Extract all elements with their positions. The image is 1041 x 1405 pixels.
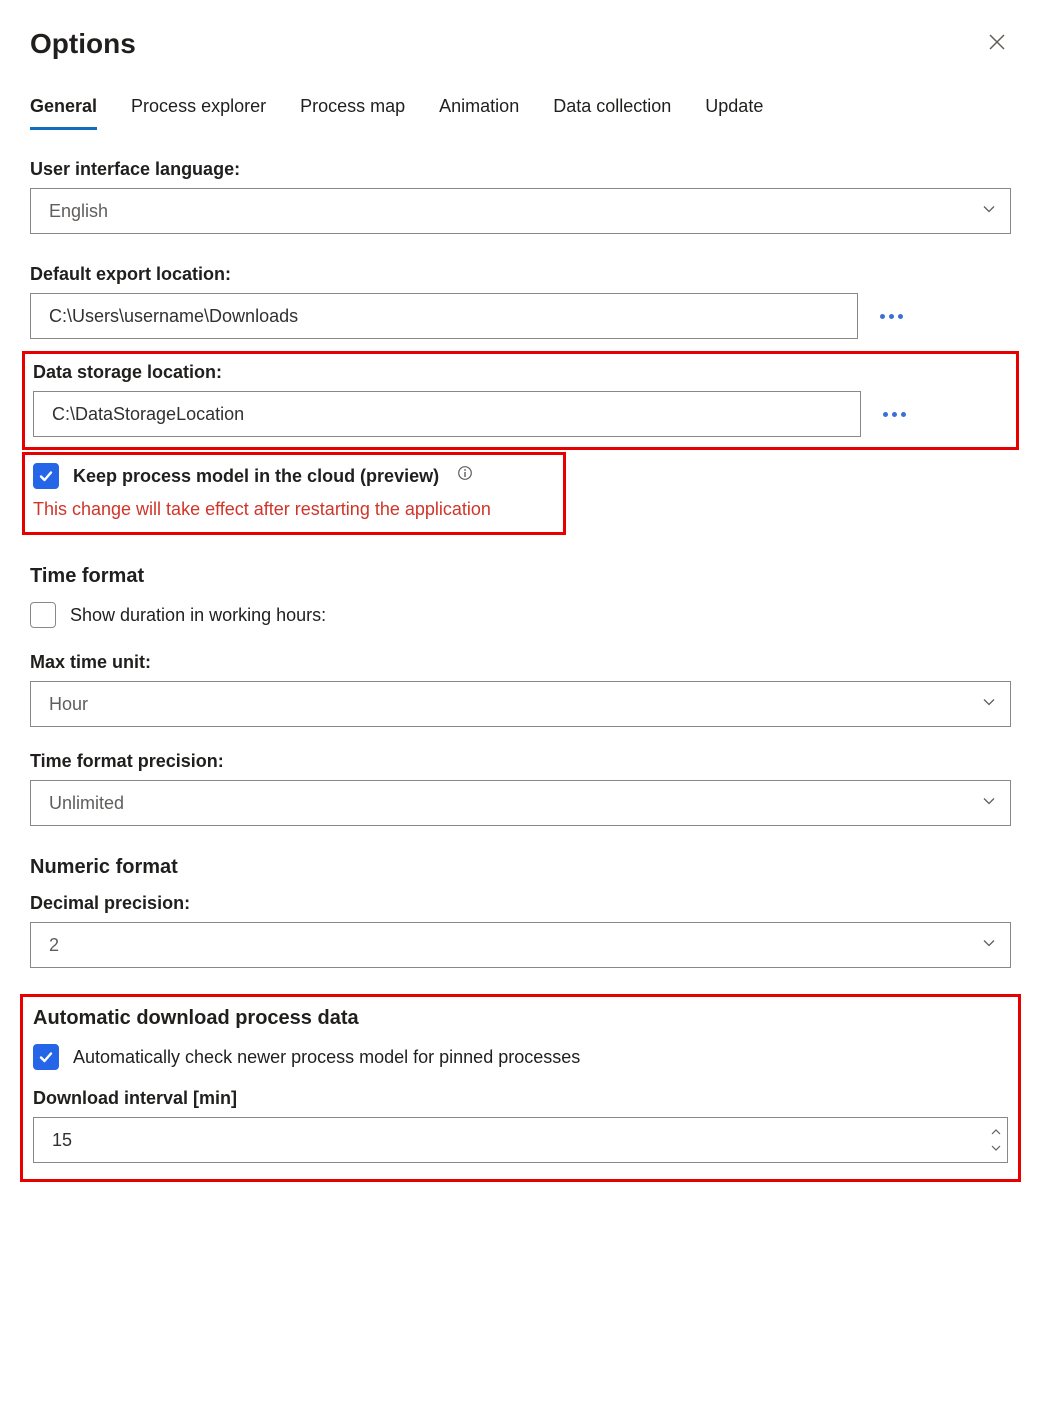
ellipsis-icon bbox=[883, 412, 906, 417]
tab-process-map[interactable]: Process map bbox=[300, 90, 405, 130]
export-location-browse-button[interactable] bbox=[876, 310, 907, 323]
cloud-checkbox[interactable] bbox=[33, 463, 59, 489]
show-duration-label: Show duration in working hours: bbox=[70, 605, 326, 626]
chevron-up-icon bbox=[990, 1125, 1002, 1140]
page-title: Options bbox=[30, 28, 136, 60]
export-location-value: C:\Users\username\Downloads bbox=[49, 306, 298, 327]
cloud-warning-text: This change will take effect after resta… bbox=[33, 499, 553, 520]
tabs: General Process explorer Process map Animat… bbox=[30, 90, 1011, 131]
cloud-checkbox-label: Keep process model in the cloud (preview… bbox=[73, 466, 439, 487]
download-interval-input[interactable]: 15 bbox=[33, 1117, 1008, 1163]
max-time-unit-value: Hour bbox=[49, 694, 88, 715]
chevron-down-icon bbox=[990, 1141, 1002, 1156]
max-time-unit-label: Max time unit: bbox=[30, 652, 1011, 673]
decimal-precision-value: 2 bbox=[49, 935, 59, 956]
info-icon[interactable] bbox=[457, 465, 473, 486]
tab-data-collection[interactable]: Data collection bbox=[553, 90, 671, 130]
interval-increment-button[interactable] bbox=[990, 1125, 1002, 1139]
highlight-data-storage: Data storage location: C:\DataStorageLoc… bbox=[22, 351, 1019, 450]
tab-process-explorer[interactable]: Process explorer bbox=[131, 90, 266, 130]
storage-location-value: C:\DataStorageLocation bbox=[52, 404, 244, 425]
highlight-auto-download: Automatic download process data Automati… bbox=[20, 994, 1021, 1182]
tab-update[interactable]: Update bbox=[705, 90, 763, 130]
precision-select[interactable]: Unlimited bbox=[30, 780, 1011, 826]
tab-general[interactable]: General bbox=[30, 90, 97, 130]
storage-location-browse-button[interactable] bbox=[879, 408, 910, 421]
auto-download-heading: Automatic download process data bbox=[33, 1007, 1008, 1030]
precision-label: Time format precision: bbox=[30, 751, 1011, 772]
ellipsis-icon bbox=[880, 314, 903, 319]
storage-location-input[interactable]: C:\DataStorageLocation bbox=[33, 391, 861, 437]
decimal-precision-select[interactable]: 2 bbox=[30, 922, 1011, 968]
auto-check-checkbox[interactable] bbox=[33, 1044, 59, 1070]
tab-animation[interactable]: Animation bbox=[439, 90, 519, 130]
language-value: English bbox=[49, 201, 108, 222]
export-location-label: Default export location: bbox=[30, 264, 1011, 285]
highlight-cloud-option: Keep process model in the cloud (preview… bbox=[22, 452, 566, 535]
auto-check-label: Automatically check newer process model … bbox=[73, 1047, 580, 1068]
download-interval-value: 15 bbox=[52, 1130, 72, 1151]
language-select[interactable]: English bbox=[30, 188, 1011, 234]
show-duration-checkbox[interactable] bbox=[30, 602, 56, 628]
close-icon bbox=[987, 32, 1007, 52]
language-label: User interface language: bbox=[30, 159, 1011, 180]
interval-decrement-button[interactable] bbox=[990, 1141, 1002, 1155]
time-format-heading: Time format bbox=[30, 565, 1011, 588]
decimal-precision-label: Decimal precision: bbox=[30, 893, 1011, 914]
download-interval-label: Download interval [min] bbox=[33, 1088, 1008, 1109]
precision-value: Unlimited bbox=[49, 793, 124, 814]
close-button[interactable] bbox=[983, 28, 1011, 56]
storage-location-label: Data storage location: bbox=[33, 362, 1008, 383]
numeric-format-heading: Numeric format bbox=[30, 856, 1011, 879]
export-location-input[interactable]: C:\Users\username\Downloads bbox=[30, 293, 858, 339]
max-time-unit-select[interactable]: Hour bbox=[30, 681, 1011, 727]
